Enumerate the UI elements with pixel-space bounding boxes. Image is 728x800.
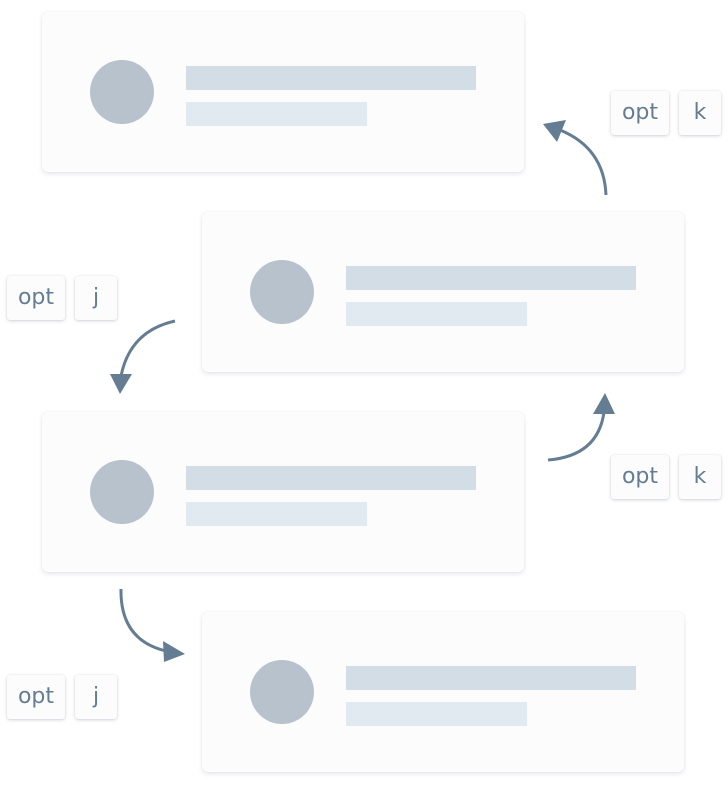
move-up-arrow-icon — [559, 128, 608, 196]
move-down-arrow-icon — [119, 588, 167, 653]
move-down-arrowhead-icon — [163, 641, 185, 662]
opt-key: opt — [611, 455, 669, 499]
opt-key: opt — [7, 675, 65, 719]
move-up-arrowhead-icon — [593, 393, 615, 414]
move-up-arrow-icon — [547, 411, 606, 462]
opt-key: opt — [611, 91, 669, 135]
j-key: j — [75, 276, 117, 320]
k-key: k — [679, 91, 721, 135]
opt-key: opt — [7, 276, 65, 320]
k-key: k — [679, 455, 721, 499]
move-down-arrow-icon — [119, 319, 176, 377]
move-down-arrowhead-icon — [110, 374, 132, 394]
j-key: j — [75, 675, 117, 719]
